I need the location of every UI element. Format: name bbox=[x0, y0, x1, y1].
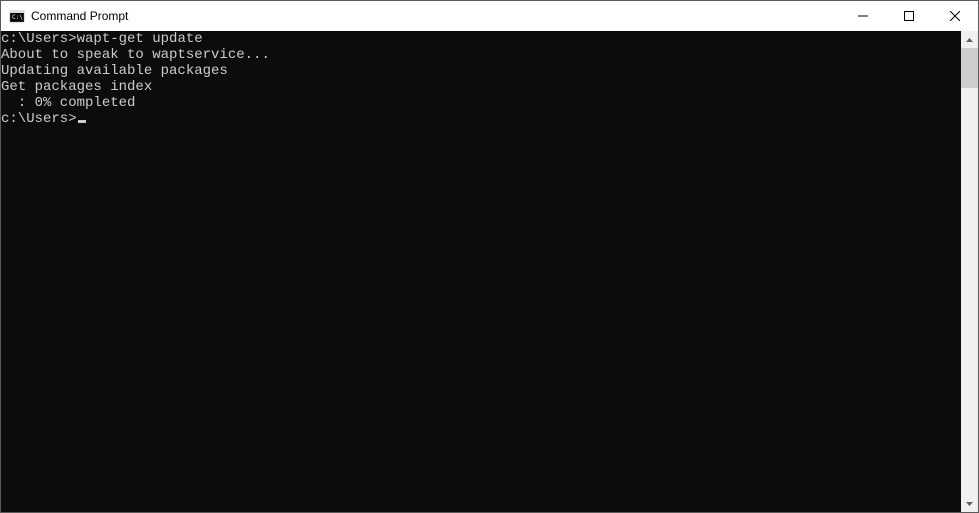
terminal-output[interactable]: c:\Users>wapt-get updateAbout to speak t… bbox=[1, 31, 961, 512]
window-title: Command Prompt bbox=[31, 9, 840, 23]
terminal-line: About to speak to waptservice... bbox=[1, 47, 961, 63]
terminal-prompt-line: c:\Users> bbox=[1, 111, 961, 127]
scrollbar-track[interactable] bbox=[961, 48, 978, 495]
cursor-icon bbox=[78, 120, 86, 123]
content-area: c:\Users>wapt-get updateAbout to speak t… bbox=[1, 31, 978, 512]
scrollbar-down-button[interactable] bbox=[961, 495, 978, 512]
command-prompt-window: C:\ Command Prompt c:\Us bbox=[0, 0, 979, 513]
maximize-icon bbox=[904, 11, 914, 21]
terminal-line: Get packages index bbox=[1, 79, 961, 95]
titlebar[interactable]: C:\ Command Prompt bbox=[1, 1, 978, 31]
close-button[interactable] bbox=[932, 1, 978, 31]
scrollbar-up-button[interactable] bbox=[961, 31, 978, 48]
maximize-button[interactable] bbox=[886, 1, 932, 31]
terminal-line: Updating available packages bbox=[1, 63, 961, 79]
chevron-down-icon bbox=[966, 502, 973, 506]
terminal-line: : 0% completed bbox=[1, 95, 961, 111]
window-controls bbox=[840, 1, 978, 31]
terminal-prompt: c:\Users> bbox=[1, 111, 77, 127]
minimize-icon bbox=[858, 11, 868, 21]
close-icon bbox=[950, 11, 960, 21]
cmd-icon: C:\ bbox=[9, 8, 25, 24]
minimize-button[interactable] bbox=[840, 1, 886, 31]
chevron-up-icon bbox=[966, 38, 973, 42]
terminal-line: c:\Users>wapt-get update bbox=[1, 31, 961, 47]
svg-text:C:\: C:\ bbox=[12, 14, 23, 21]
scrollbar-thumb[interactable] bbox=[961, 48, 978, 88]
vertical-scrollbar[interactable] bbox=[961, 31, 978, 512]
